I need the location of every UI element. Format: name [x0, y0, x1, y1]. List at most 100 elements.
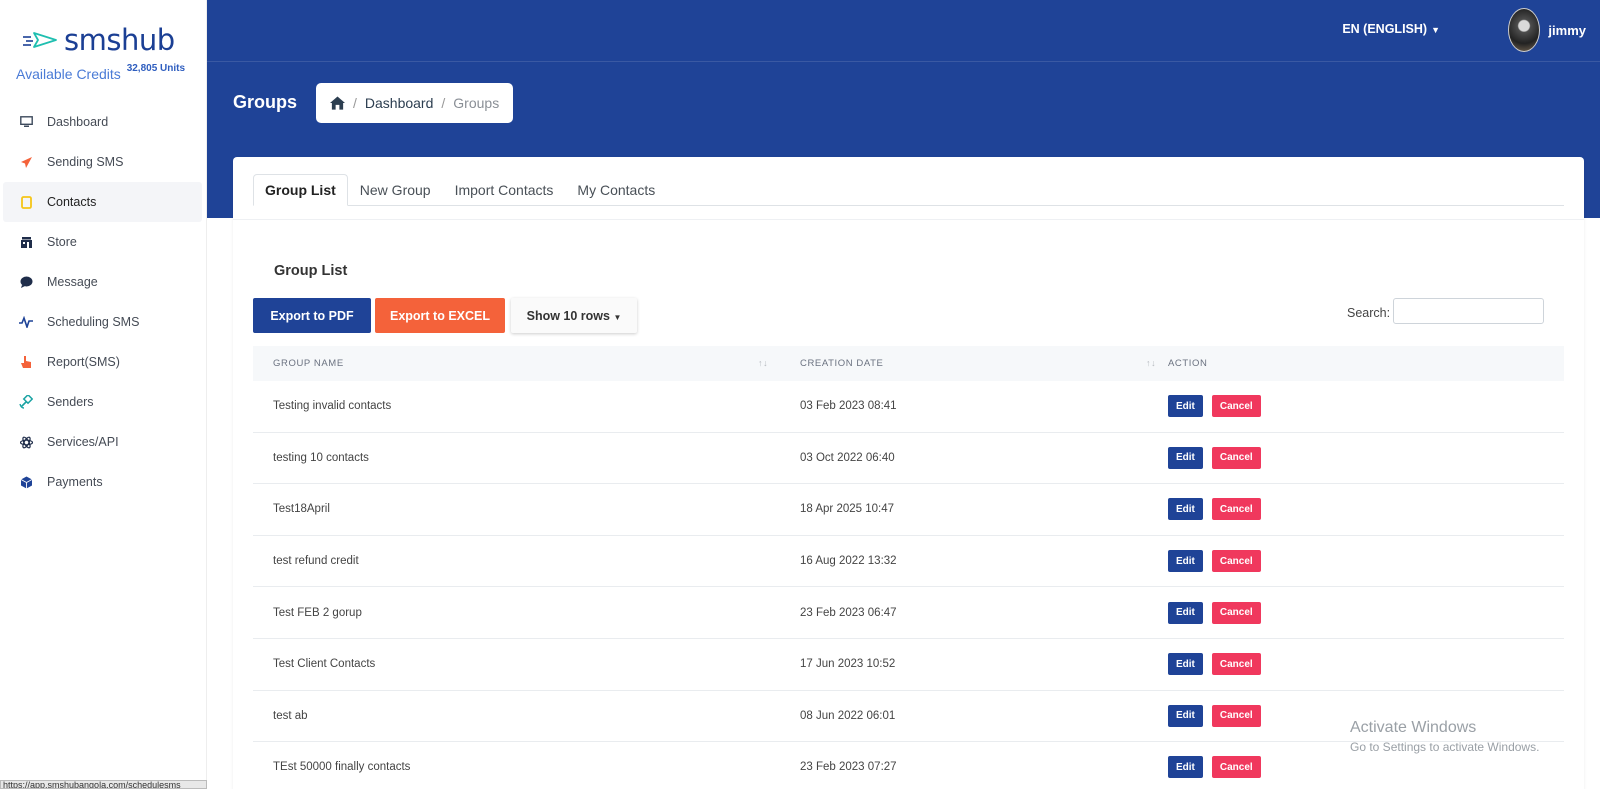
edit-button[interactable]: Edit	[1168, 446, 1203, 469]
pulse-icon	[19, 315, 33, 329]
action-cell: Edit Cancel	[1168, 498, 1564, 521]
credits-label: Available Credits	[16, 66, 121, 82]
edit-button[interactable]: Edit	[1168, 550, 1203, 573]
cancel-button[interactable]: Cancel	[1211, 446, 1261, 469]
avatar	[1508, 8, 1541, 52]
column-header-label: CREATION DATE	[800, 358, 884, 369]
sidebar-item-label: Report(SMS)	[47, 355, 120, 369]
edit-button[interactable]: Edit	[1168, 756, 1203, 779]
satellite-icon	[19, 395, 33, 409]
export-pdf-button[interactable]: Export to PDF	[253, 298, 371, 333]
sidebar-item-message[interactable]: Message	[3, 262, 202, 302]
available-credits: Available Credits 32,805 Units	[0, 62, 206, 82]
group-name-cell: test refund credit	[273, 555, 359, 568]
action-cell: Edit Cancel	[1168, 446, 1564, 469]
edit-button[interactable]: Edit	[1168, 601, 1203, 624]
sidebar-item-contacts[interactable]: Contacts	[3, 182, 202, 222]
cancel-button[interactable]: Cancel	[1211, 756, 1261, 779]
monitor-icon	[19, 115, 33, 129]
chat-bubble-icon	[19, 275, 33, 289]
sidebar-item-label: Payments	[47, 475, 103, 489]
cancel-button[interactable]: Cancel	[1211, 395, 1261, 418]
action-cell: Edit Cancel	[1168, 653, 1564, 676]
user-menu[interactable]: jimmy	[1508, 8, 1586, 52]
edit-button[interactable]: Edit	[1168, 653, 1203, 676]
sidebar-item-senders[interactable]: Senders	[3, 382, 202, 422]
sidebar-item-label: Message	[47, 275, 98, 289]
sidebar-item-store[interactable]: Store	[3, 222, 202, 262]
group-name-cell: Test Client Contacts	[273, 658, 376, 671]
logo-icon	[23, 32, 57, 48]
show-rows-label: Show 10 rows	[526, 308, 610, 323]
edit-button[interactable]: Edit	[1168, 704, 1203, 727]
sidebar-item-label: Senders	[47, 395, 94, 409]
action-cell: Edit Cancel	[1168, 601, 1564, 624]
section-title: Group List	[274, 263, 348, 279]
column-header-creation-date[interactable]: CREATION DATE ↑↓	[780, 346, 1168, 381]
table-header: GROUP NAME ↑↓ CREATION DATE ↑↓ ACTION	[253, 346, 1564, 381]
cancel-button[interactable]: Cancel	[1211, 550, 1261, 573]
tab-import-contacts[interactable]: Import Contacts	[443, 174, 566, 206]
language-dropdown[interactable]: EN (ENGLISH) ▼	[1342, 22, 1440, 36]
search-input[interactable]	[1393, 298, 1544, 324]
show-rows-dropdown[interactable]: Show 10 rows ▼	[511, 298, 637, 333]
cancel-button[interactable]: Cancel	[1211, 653, 1261, 676]
creation-date-cell: 03 Feb 2023 08:41	[800, 400, 897, 413]
cancel-button[interactable]: Cancel	[1211, 498, 1261, 521]
table-row: test refund credit 16 Aug 2022 13:32 Edit C…	[253, 536, 1564, 588]
group-name-cell: Testing invalid contacts	[273, 400, 392, 413]
edit-button[interactable]: Edit	[1168, 395, 1203, 418]
column-header-group-name[interactable]: GROUP NAME ↑↓	[253, 346, 780, 381]
edit-button[interactable]: Edit	[1168, 498, 1203, 521]
column-header-label: ACTION	[1168, 358, 1208, 369]
sidebar-item-payments[interactable]: Payments	[3, 462, 202, 502]
sidebar-item-dashboard[interactable]: Dashboard	[3, 102, 202, 142]
creation-date-cell: 17 Jun 2023 10:52	[800, 658, 896, 671]
group-name-cell: test ab	[273, 709, 308, 722]
cancel-button[interactable]: Cancel	[1211, 704, 1261, 727]
header-divider	[207, 61, 1600, 62]
sidebar-item-report-sms[interactable]: Report(SMS)	[3, 342, 202, 382]
sort-icon: ↑↓	[758, 358, 769, 368]
sidebar-item-services-api[interactable]: Services/API	[3, 422, 202, 462]
group-name-cell: Test18April	[273, 503, 330, 516]
sort-icon: ↑↓	[1146, 358, 1157, 368]
tab-bar: Group List New Group Import Contacts My …	[253, 174, 1564, 206]
sidebar-item-label: Contacts	[47, 195, 97, 209]
watermark-subtitle: Go to Settings to activate Windows.	[1350, 740, 1540, 754]
username: jimmy	[1548, 22, 1586, 38]
column-header-action: ACTION	[1168, 346, 1564, 381]
page-title: Groups	[233, 92, 298, 112]
group-name-cell: TEst 50000 finally contacts	[273, 761, 411, 774]
windows-activation-watermark: Activate Windows Go to Settings to activ…	[1350, 719, 1539, 754]
table-row: Test18April 18 Apr 2025 10:47 Edit Cancel	[253, 484, 1564, 536]
tab-my-contacts[interactable]: My Contacts	[565, 174, 667, 206]
action-cell: Edit Cancel	[1168, 756, 1564, 779]
breadcrumb-current: Groups	[453, 95, 500, 111]
credits-value: 32,805 Units	[126, 63, 186, 74]
action-cell: Edit Cancel	[1168, 395, 1564, 418]
tab-group-list[interactable]: Group List	[253, 174, 348, 206]
sidebar-item-label: Dashboard	[47, 115, 109, 129]
table-row: Test Client Contacts 17 Jun 2023 10:52 Edi…	[253, 639, 1564, 691]
cube-icon	[19, 475, 33, 489]
sidebar-item-scheduling-sms[interactable]: Scheduling SMS	[3, 302, 202, 342]
sidebar-item-label: Scheduling SMS	[47, 315, 140, 329]
sidebar-item-label: Services/API	[47, 435, 119, 449]
tab-new-group[interactable]: New Group	[348, 174, 443, 206]
action-cell: Edit Cancel	[1168, 550, 1564, 573]
breadcrumb-separator: /	[353, 95, 357, 111]
breadcrumb-dashboard-link[interactable]: Dashboard	[365, 95, 434, 111]
search-label: Search:	[1347, 306, 1391, 320]
group-name-cell: Test FEB 2 gorup	[273, 606, 362, 619]
logo[interactable]: smshub	[0, 0, 206, 62]
column-header-label: GROUP NAME	[273, 358, 344, 369]
sidebar-item-sending-sms[interactable]: Sending SMS	[3, 142, 202, 182]
breadcrumb: / Dashboard / Groups	[316, 83, 514, 123]
sidebar: smshub Available Credits 32,805 Units Da…	[0, 0, 207, 789]
export-excel-button[interactable]: Export to EXCEL	[375, 298, 505, 333]
status-bar-url: https://app.smshubangola.com/schedulesms	[0, 780, 207, 789]
paper-plane-icon	[19, 155, 33, 169]
home-icon[interactable]	[330, 96, 345, 110]
cancel-button[interactable]: Cancel	[1211, 601, 1261, 624]
